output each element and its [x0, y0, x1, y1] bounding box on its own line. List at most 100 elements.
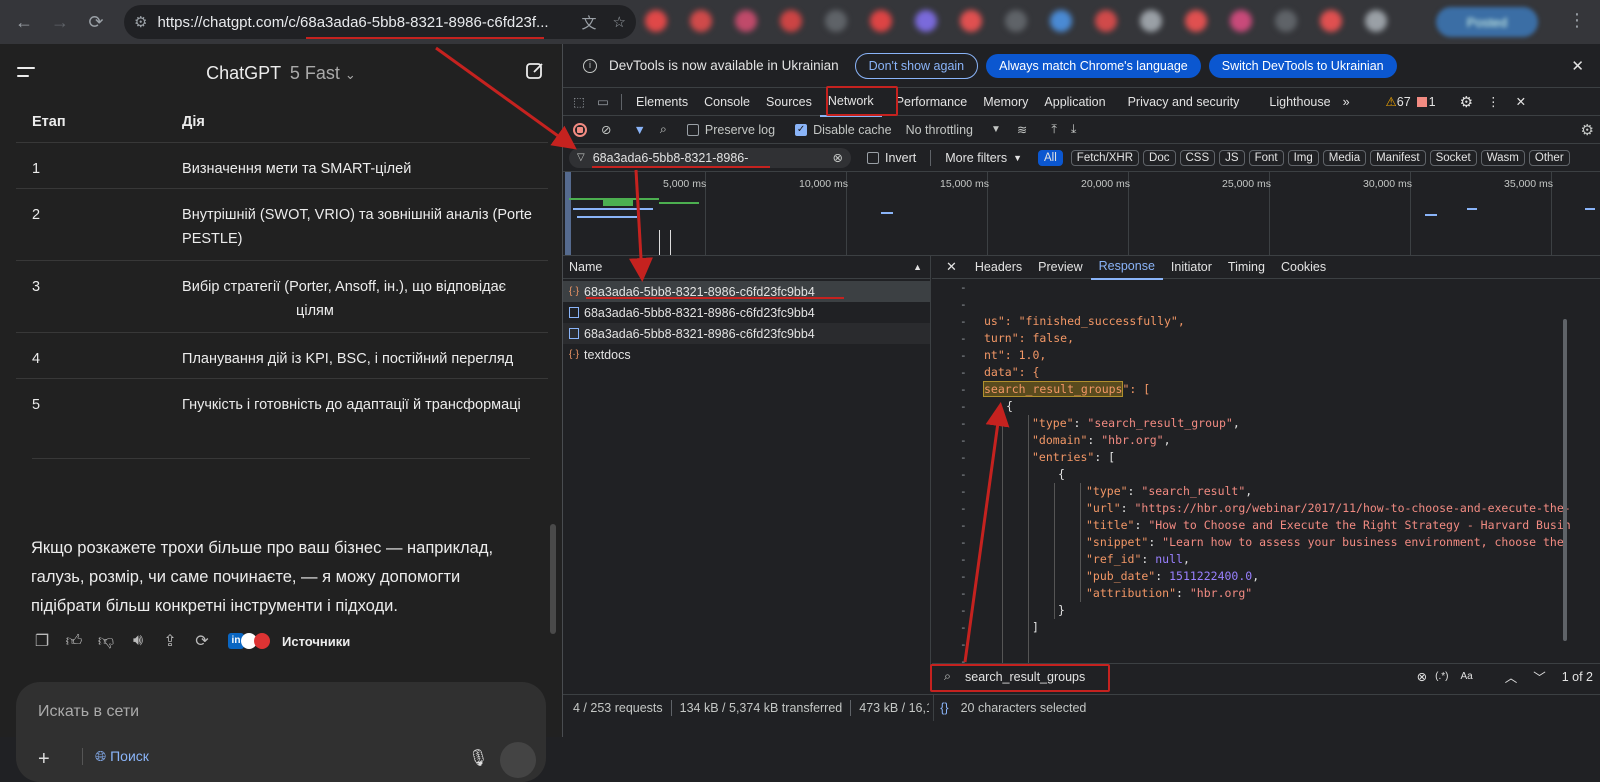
- extension-icon[interactable]: [825, 10, 847, 32]
- sources-favicons[interactable]: in: [228, 633, 270, 649]
- extension-icon[interactable]: [780, 10, 802, 32]
- extension-icon[interactable]: [915, 10, 937, 32]
- chip-media[interactable]: Media: [1322, 149, 1367, 166]
- regenerate-icon[interactable]: ⟳: [192, 631, 212, 651]
- match-language-button[interactable]: Always match Chrome's language: [986, 53, 1201, 78]
- extension-icon[interactable]: [645, 10, 667, 32]
- invert-checkbox[interactable]: [867, 151, 879, 164]
- chip-wasm[interactable]: Wasm: [1480, 149, 1525, 166]
- close-icon[interactable]: ✕: [1571, 57, 1584, 75]
- sources-button[interactable]: Источники: [282, 634, 350, 649]
- match-case-toggle[interactable]: Aa: [1460, 671, 1472, 682]
- tab-application[interactable]: Application: [1036, 88, 1113, 116]
- extension-icon[interactable]: [1050, 10, 1072, 32]
- tab-performance[interactable]: Performance: [888, 88, 976, 116]
- network-conditions-icon[interactable]: ≋: [1017, 122, 1027, 137]
- request-list-header[interactable]: Name ▲: [563, 255, 930, 279]
- extension-icon[interactable]: [1365, 10, 1387, 32]
- reload-icon[interactable]: ⟳: [78, 4, 114, 40]
- extension-icon[interactable]: [1095, 10, 1117, 32]
- chip-socket[interactable]: Socket: [1429, 149, 1477, 166]
- sidebar-menu-icon[interactable]: [16, 62, 36, 82]
- tab-initiator[interactable]: Initiator: [1163, 255, 1220, 279]
- plus-icon[interactable]: +: [38, 748, 50, 771]
- preserve-log-checkbox[interactable]: [686, 123, 699, 136]
- tab-elements[interactable]: Elements: [628, 88, 696, 116]
- tab-headers[interactable]: Headers: [967, 255, 1030, 279]
- extension-icon[interactable]: [690, 10, 712, 32]
- request-row[interactable]: {·} textdocs: [563, 344, 930, 365]
- site-info-icon[interactable]: ⚙: [134, 13, 147, 31]
- tab-console[interactable]: Console: [696, 88, 758, 116]
- composer[interactable]: Искать в сети + 🌐︎ Поиск 🎙︎: [16, 682, 546, 782]
- tab-lighthouse[interactable]: Lighthouse: [1261, 88, 1338, 116]
- filter-input[interactable]: ▽ 68a3ada6-5bb8-8321-8986- ⊗: [569, 147, 851, 168]
- clear-filter-icon[interactable]: ⊗: [833, 150, 843, 165]
- import-har-icon[interactable]: ⤒: [1051, 122, 1057, 137]
- bookmark-star-icon[interactable]: ☆: [613, 13, 626, 31]
- back-icon[interactable]: ←: [6, 4, 42, 40]
- overview-selection[interactable]: [565, 172, 571, 255]
- tab-preview[interactable]: Preview: [1030, 255, 1090, 279]
- chip-js[interactable]: JS: [1219, 149, 1245, 166]
- throttling-select[interactable]: No throttling: [906, 123, 973, 137]
- extension-icon[interactable]: [1005, 10, 1027, 32]
- error-icon[interactable]: [1416, 96, 1427, 107]
- regex-toggle[interactable]: (.*): [1435, 671, 1448, 682]
- dont-show-again-button[interactable]: Don't show again: [854, 52, 979, 79]
- response-body[interactable]: - - - - - - - - - - - - - - - - - - - - …: [932, 279, 1600, 663]
- clear-icon[interactable]: ⊘: [601, 122, 611, 137]
- tab-cookies[interactable]: Cookies: [1273, 255, 1334, 279]
- extension-icon[interactable]: [1230, 10, 1252, 32]
- forward-icon[interactable]: →: [42, 4, 78, 40]
- settings-gear-icon[interactable]: ⚙: [1460, 93, 1473, 111]
- more-tabs-icon[interactable]: »: [1343, 95, 1350, 109]
- extension-icon[interactable]: [1320, 10, 1342, 32]
- chip-manifest[interactable]: Manifest: [1370, 149, 1426, 166]
- extension-icon[interactable]: [1185, 10, 1207, 32]
- address-bar[interactable]: ⚙ https://chatgpt.com/c/68a3ada6-5bb8-83…: [124, 5, 636, 39]
- share-icon[interactable]: ⇪: [160, 631, 180, 651]
- previous-match-icon[interactable]: ︿: [1505, 667, 1518, 686]
- inspect-element-icon[interactable]: ⬚: [567, 94, 591, 109]
- thumbs-down-icon[interactable]: 👎︎: [96, 631, 116, 651]
- close-devtools-icon[interactable]: ✕: [1516, 94, 1526, 109]
- model-selector[interactable]: ChatGPT 5 Fast ⌄: [206, 63, 356, 84]
- pretty-print-icon[interactable]: {}: [940, 701, 948, 715]
- new-chat-icon[interactable]: [524, 60, 546, 82]
- search-chip[interactable]: 🌐︎ Поиск: [82, 748, 149, 765]
- chip-all[interactable]: All: [1038, 149, 1063, 166]
- copy-icon[interactable]: ❐: [32, 631, 52, 651]
- extension-icon[interactable]: [735, 10, 757, 32]
- tab-sources[interactable]: Sources: [758, 88, 820, 116]
- chip-doc[interactable]: Doc: [1143, 149, 1176, 166]
- switch-language-button[interactable]: Switch DevTools to Ukrainian: [1208, 53, 1397, 78]
- clear-search-icon[interactable]: ⊗: [1417, 669, 1427, 684]
- warning-icon[interactable]: ⚠: [1386, 94, 1397, 109]
- request-row[interactable]: 68a3ada6-5bb8-8321-8986-c6fd23fc9bb4: [563, 302, 930, 323]
- composer-input[interactable]: Искать в сети: [38, 703, 139, 721]
- export-har-icon[interactable]: ⤓: [1071, 122, 1077, 137]
- mic-icon[interactable]: 🎙︎: [468, 748, 488, 768]
- tab-response[interactable]: Response: [1090, 254, 1163, 280]
- extension-icon[interactable]: [960, 10, 982, 32]
- extension-icon[interactable]: [870, 10, 892, 32]
- voice-mode-button[interactable]: [500, 742, 536, 778]
- extension-icon[interactable]: [1275, 10, 1297, 32]
- filter-icon[interactable]: ▼: [633, 123, 645, 137]
- chip-other[interactable]: Other: [1528, 149, 1570, 166]
- chip-img[interactable]: Img: [1287, 149, 1319, 166]
- response-scrollbar[interactable]: [1563, 319, 1567, 641]
- more-filters-button[interactable]: More filters: [945, 151, 1007, 165]
- network-settings-icon[interactable]: ⚙: [1581, 121, 1594, 139]
- tab-timing[interactable]: Timing: [1220, 255, 1273, 279]
- request-row[interactable]: 68a3ada6-5bb8-8321-8986-c6fd23fc9bb4: [563, 323, 930, 344]
- network-overview[interactable]: 5,000 ms 10,000 ms 15,000 ms 20,000 ms 2…: [563, 172, 1600, 256]
- record-icon[interactable]: [573, 122, 587, 137]
- translate-icon[interactable]: 文: [582, 12, 597, 33]
- devtools-menu-icon[interactable]: ⋮: [1487, 94, 1500, 109]
- thumbs-up-icon[interactable]: 👍︎: [64, 631, 84, 651]
- tab-memory[interactable]: Memory: [975, 88, 1036, 116]
- extension-icon[interactable]: [1140, 10, 1162, 32]
- disable-cache-checkbox[interactable]: ✓: [795, 123, 808, 136]
